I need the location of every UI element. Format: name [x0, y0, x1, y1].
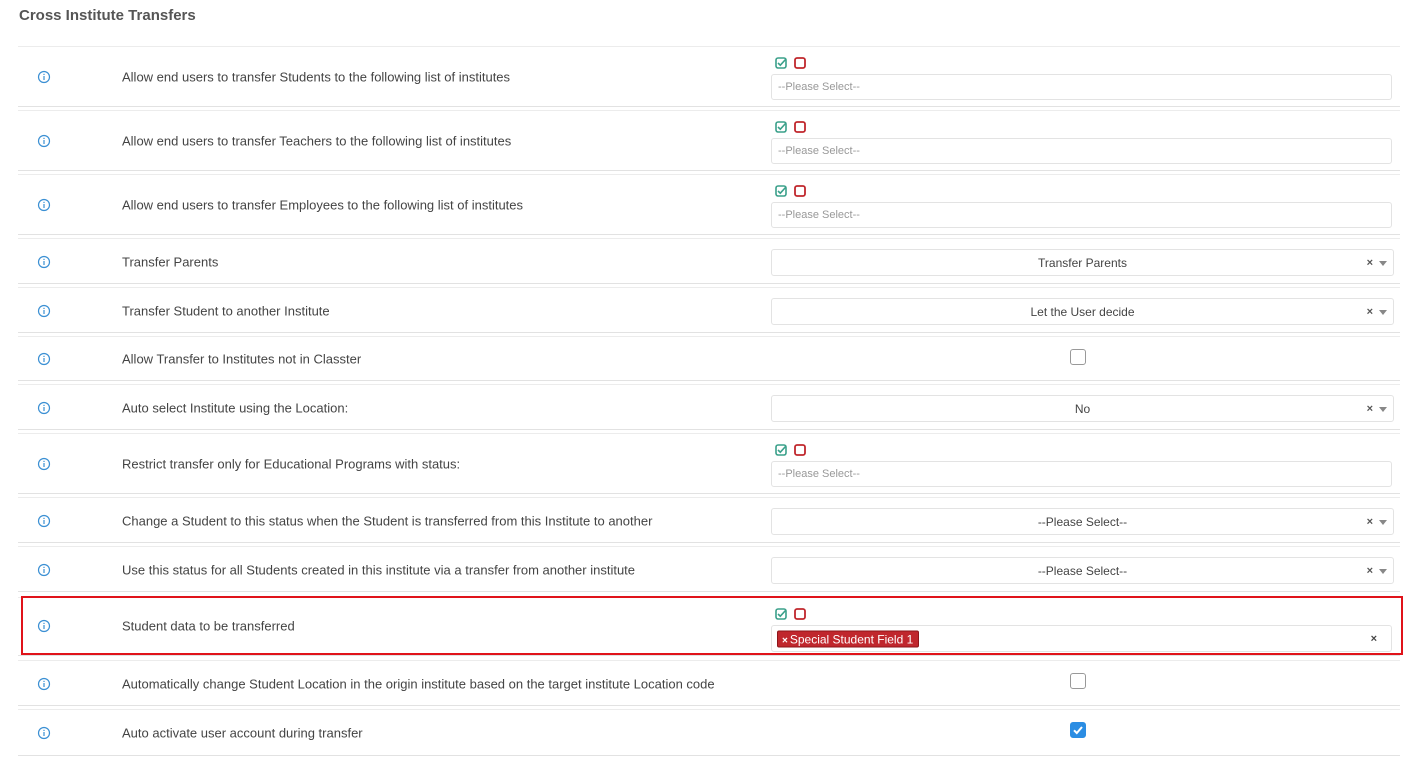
created-status-select[interactable]: --Please Select-- × — [771, 557, 1394, 584]
selected-value: Let the User decide — [1030, 304, 1135, 319]
select-all-icon[interactable] — [775, 57, 787, 69]
setting-row-transfer-employees: Allow end users to transfer Employees to… — [18, 174, 1400, 235]
program-status-input[interactable]: --Please Select-- — [771, 461, 1392, 487]
check-icon — [1073, 726, 1083, 735]
setting-row-auto-change-location: Automatically change Student Location in… — [18, 660, 1400, 706]
transfer-student-select[interactable]: Let the User decide × — [771, 298, 1394, 325]
info-icon[interactable] — [37, 304, 51, 318]
deselect-all-icon[interactable] — [794, 57, 806, 69]
chevron-down-icon[interactable] — [1379, 310, 1387, 315]
info-icon[interactable] — [37, 401, 51, 415]
chevron-down-icon[interactable] — [1379, 520, 1387, 525]
employees-institutes-input[interactable]: --Please Select-- — [771, 202, 1392, 228]
select-all-icon[interactable] — [775, 444, 787, 456]
setting-label: Allow end users to transfer Students to … — [122, 69, 511, 85]
setting-row-transfer-student: Transfer Student to another Institute Le… — [18, 287, 1400, 333]
info-icon[interactable] — [37, 726, 51, 740]
info-icon[interactable] — [37, 70, 51, 84]
status-multiselect: --Please Select-- — [771, 434, 1394, 495]
auto-select-institute-select[interactable]: No × — [771, 395, 1394, 422]
students-institutes-input[interactable]: --Please Select-- — [771, 74, 1392, 100]
clear-icon[interactable]: × — [1367, 257, 1373, 269]
placeholder: --Please Select-- — [778, 81, 860, 93]
setting-row-allow-transfer-outside: Allow Transfer to Institutes not in Clas… — [18, 336, 1400, 381]
setting-label: Allow Transfer to Institutes not in Clas… — [122, 351, 362, 367]
setting-label: Transfer Parents — [122, 254, 219, 270]
info-icon[interactable] — [37, 198, 51, 212]
institutes-multiselect: --Please Select-- — [771, 175, 1394, 236]
setting-row-restrict-transfer: Restrict transfer only for Educational P… — [18, 433, 1400, 494]
setting-row-transfer-parents: Transfer Parents Transfer Parents × — [18, 238, 1400, 284]
setting-label: Change a Student to this status when the… — [122, 513, 653, 529]
setting-label: Use this status for all Students created… — [122, 562, 636, 578]
deselect-all-icon[interactable] — [794, 444, 806, 456]
setting-row-transfer-students: Allow end users to transfer Students to … — [18, 46, 1400, 107]
select-all-icon[interactable] — [775, 121, 787, 133]
setting-label: Automatically change Student Location in… — [122, 676, 715, 692]
selected-value: No — [1074, 401, 1091, 416]
clear-icon[interactable]: × — [1367, 565, 1373, 577]
setting-row-change-student-status: Change a Student to this status when the… — [18, 497, 1400, 543]
highlight-box — [21, 596, 1403, 655]
selected-value: Transfer Parents — [1038, 255, 1127, 270]
transfer-parents-select[interactable]: Transfer Parents × — [771, 249, 1394, 276]
institutes-multiselect: --Please Select-- — [771, 111, 1394, 172]
info-icon[interactable] — [37, 255, 51, 269]
change-status-select[interactable]: --Please Select-- × — [771, 508, 1394, 535]
setting-label: Restrict transfer only for Educational P… — [122, 456, 461, 472]
deselect-all-icon[interactable] — [794, 121, 806, 133]
auto-change-location-checkbox[interactable] — [1070, 673, 1086, 689]
setting-label: Auto select Institute using the Location… — [122, 400, 349, 416]
setting-label: Auto activate user account during transf… — [122, 725, 363, 741]
info-icon[interactable] — [37, 563, 51, 577]
setting-label: Allow end users to transfer Employees to… — [122, 197, 524, 213]
deselect-all-icon[interactable] — [794, 185, 806, 197]
info-icon[interactable] — [37, 677, 51, 691]
placeholder: --Please Select-- — [778, 468, 860, 480]
info-icon[interactable] — [37, 134, 51, 148]
chevron-down-icon[interactable] — [1379, 407, 1387, 412]
setting-row-created-status: Use this status for all Students created… — [18, 546, 1400, 592]
page-title: Cross Institute Transfers — [19, 7, 196, 24]
select-tools — [775, 444, 806, 456]
setting-row-auto-activate: Auto activate user account during transf… — [18, 709, 1400, 756]
select-tools — [775, 121, 806, 133]
select-all-icon[interactable] — [775, 185, 787, 197]
clear-icon[interactable]: × — [1367, 403, 1373, 415]
placeholder: --Please Select-- — [778, 209, 860, 221]
selected-value: --Please Select-- — [1037, 563, 1128, 578]
setting-label: Transfer Student to another Institute — [122, 303, 330, 319]
placeholder: --Please Select-- — [778, 145, 860, 157]
chevron-down-icon[interactable] — [1379, 569, 1387, 574]
select-tools — [775, 185, 806, 197]
setting-label: Allow end users to transfer Teachers to … — [122, 133, 512, 149]
institutes-multiselect: --Please Select-- — [771, 47, 1394, 108]
auto-activate-checkbox[interactable] — [1070, 722, 1086, 738]
info-icon[interactable] — [37, 352, 51, 366]
chevron-down-icon[interactable] — [1379, 261, 1387, 266]
setting-row-transfer-teachers: Allow end users to transfer Teachers to … — [18, 110, 1400, 171]
clear-icon[interactable]: × — [1367, 516, 1373, 528]
info-icon[interactable] — [37, 514, 51, 528]
allow-transfer-checkbox[interactable] — [1070, 349, 1086, 365]
select-tools — [775, 57, 806, 69]
setting-row-auto-select-institute: Auto select Institute using the Location… — [18, 384, 1400, 430]
selected-value: --Please Select-- — [1037, 514, 1128, 529]
info-icon[interactable] — [37, 457, 51, 471]
teachers-institutes-input[interactable]: --Please Select-- — [771, 138, 1392, 164]
clear-icon[interactable]: × — [1367, 306, 1373, 318]
